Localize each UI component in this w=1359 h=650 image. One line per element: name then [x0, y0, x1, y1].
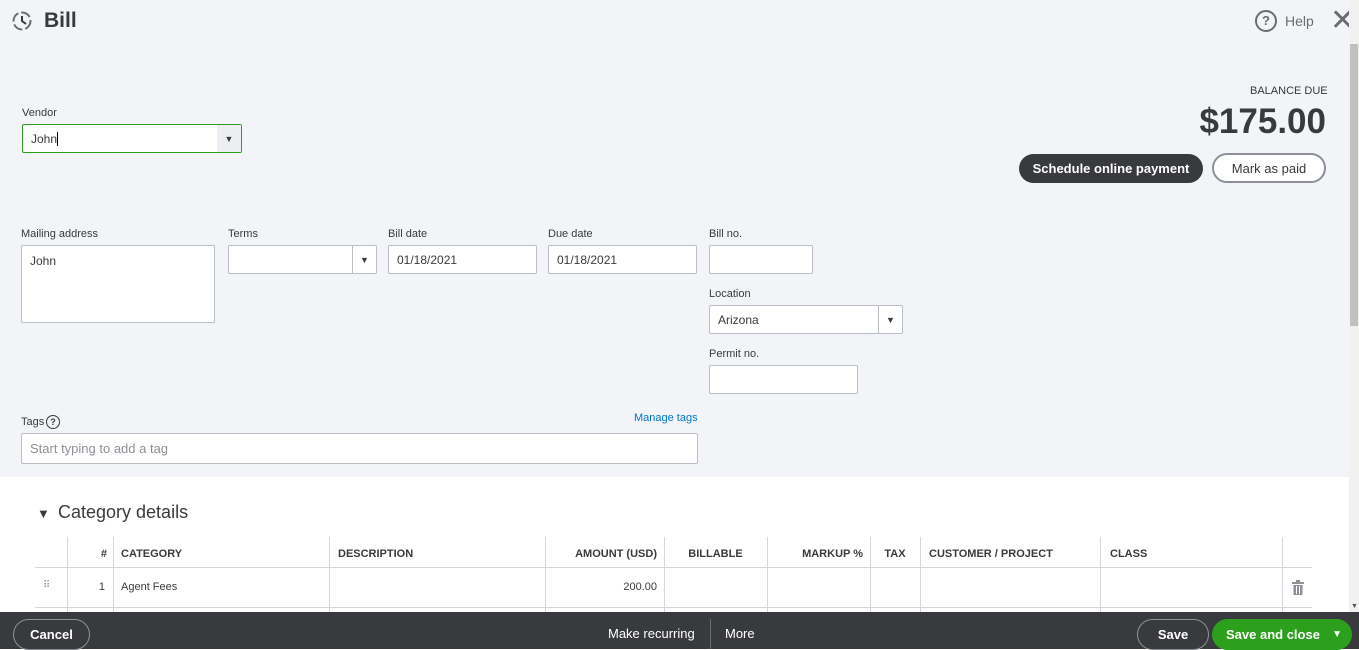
- row-number: 1: [98, 581, 105, 593]
- row-divider: [35, 607, 1312, 608]
- manage-tags-link[interactable]: Manage tags: [634, 412, 698, 424]
- bill-no-field[interactable]: [709, 245, 813, 274]
- drag-handle-icon[interactable]: ⠿: [43, 580, 50, 591]
- chevron-down-icon[interactable]: ▼: [1332, 629, 1342, 640]
- due-date-label: Due date: [548, 228, 593, 240]
- chevron-down-icon[interactable]: ▼: [217, 125, 241, 152]
- save-and-close-label: Save and close: [1226, 627, 1320, 642]
- terms-label: Terms: [228, 228, 258, 240]
- col-amount: AMOUNT (USD): [575, 548, 657, 560]
- location-value: Arizona: [718, 312, 759, 327]
- row-amount[interactable]: 200.00: [545, 581, 657, 593]
- help-link[interactable]: Help: [1285, 13, 1314, 29]
- chevron-down-icon[interactable]: ▼: [878, 306, 902, 333]
- col-markup: MARKUP %: [802, 548, 863, 560]
- bill-header-area: [0, 0, 1349, 477]
- schedule-payment-button[interactable]: Schedule online payment: [1019, 154, 1203, 183]
- category-details-title[interactable]: Category details: [58, 502, 188, 523]
- chevron-down-icon[interactable]: ▼: [352, 246, 376, 273]
- col-customer-project: CUSTOMER / PROJECT: [929, 548, 1053, 560]
- col-tax: TAX: [884, 548, 906, 560]
- recent-history-icon[interactable]: [10, 10, 34, 32]
- save-and-close-button[interactable]: Save and close ▼: [1212, 619, 1352, 650]
- balance-amount: $175.00: [1199, 102, 1326, 141]
- vendor-select[interactable]: John ▼: [22, 124, 242, 153]
- due-date-field[interactable]: 01/18/2021: [548, 245, 697, 274]
- collapse-triangle-icon[interactable]: ▼: [37, 506, 50, 521]
- location-label: Location: [709, 288, 751, 300]
- save-button[interactable]: Save: [1137, 619, 1209, 650]
- page-title: Bill: [44, 9, 77, 32]
- make-recurring-button[interactable]: Make recurring: [608, 626, 695, 641]
- scrollbar[interactable]: ▼: [1349, 0, 1359, 612]
- col-description: DESCRIPTION: [338, 548, 414, 560]
- permit-no-field[interactable]: [709, 365, 858, 394]
- help-icon[interactable]: ?: [1255, 10, 1277, 32]
- col-class: CLASS: [1110, 548, 1148, 560]
- mailing-address-label: Mailing address: [21, 228, 99, 240]
- tags-input[interactable]: Start typing to add a tag: [21, 433, 698, 464]
- col-category: CATEGORY: [121, 548, 183, 560]
- location-select[interactable]: Arizona ▼: [709, 305, 903, 334]
- bill-date-label: Bill date: [388, 228, 428, 240]
- permit-no-label: Permit no.: [709, 348, 760, 360]
- row-category[interactable]: Agent Fees: [121, 581, 177, 593]
- footer-divider: [710, 619, 711, 649]
- mailing-address-field[interactable]: John: [21, 245, 215, 323]
- bill-date-field[interactable]: 01/18/2021: [388, 245, 537, 274]
- vendor-label: Vendor: [22, 107, 57, 119]
- col-billable: BILLABLE: [688, 548, 743, 560]
- vendor-value: John: [31, 131, 58, 146]
- trash-icon[interactable]: [1292, 580, 1304, 595]
- col-number: #: [100, 548, 107, 560]
- balance-due-label: BALANCE DUE: [1250, 85, 1328, 97]
- tags-help-icon[interactable]: ?: [46, 415, 60, 429]
- more-button[interactable]: More: [725, 626, 755, 641]
- mark-as-paid-button[interactable]: Mark as paid: [1212, 153, 1326, 183]
- tags-label: Tags: [21, 416, 45, 428]
- terms-select[interactable]: ▼: [228, 245, 377, 274]
- cancel-button[interactable]: Cancel: [13, 619, 90, 650]
- bill-no-label: Bill no.: [709, 228, 743, 240]
